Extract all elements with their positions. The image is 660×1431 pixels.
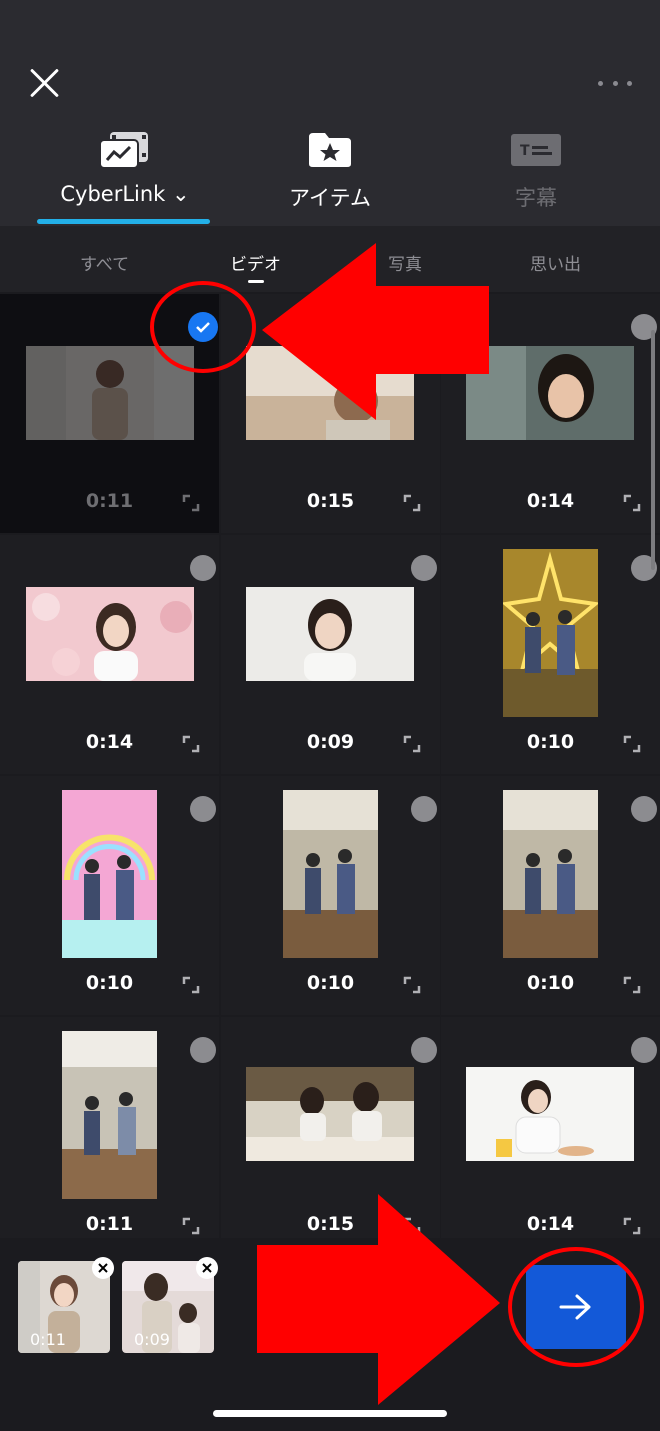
annotation-circle-selected [150,281,256,373]
annotation-circle-next [508,1247,644,1367]
annotation-overlay [150,243,644,1405]
annotation-arrow-right [257,1194,500,1405]
annotation-arrow-left [262,243,489,420]
